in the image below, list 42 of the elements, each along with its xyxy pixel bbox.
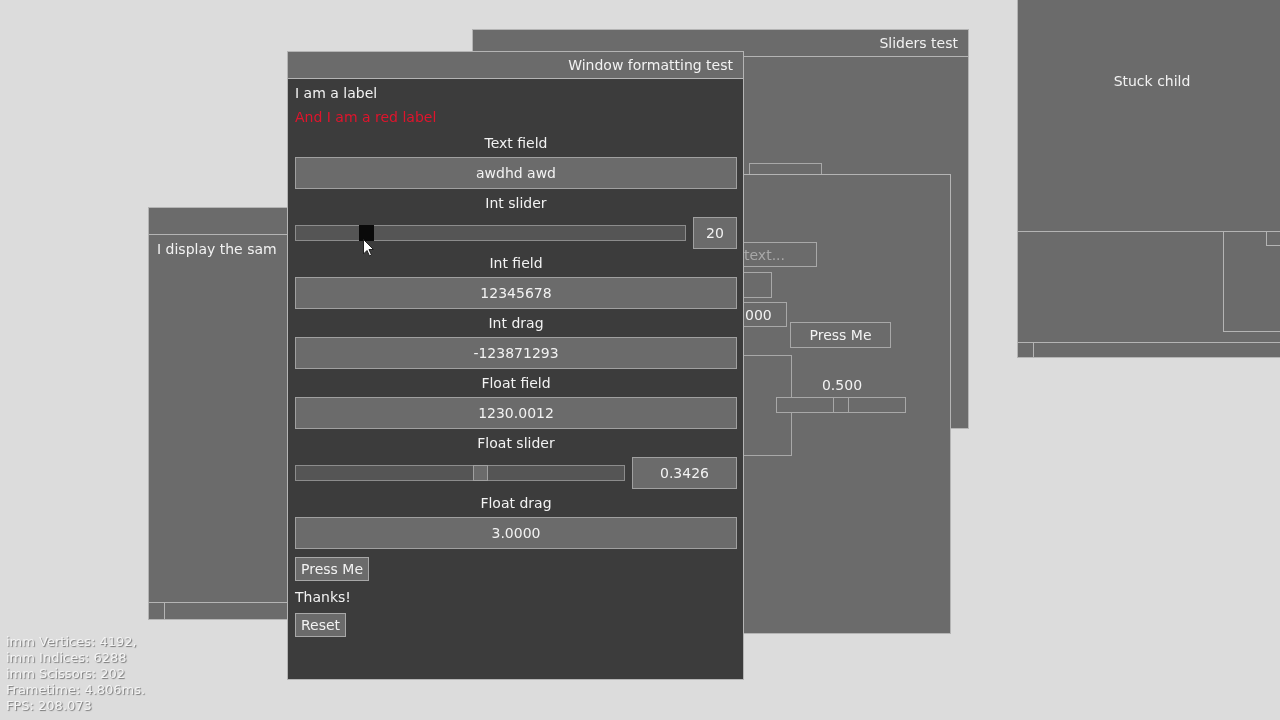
slider-value[interactable]: 20: [693, 217, 737, 249]
input-field[interactable]: 1230.0012: [295, 397, 737, 429]
debug-stat: imm Scissors: 202: [6, 666, 127, 682]
debug-stat: imm Vertices: 4192,: [6, 634, 138, 650]
slider-track[interactable]: [776, 397, 906, 413]
slider-thumb[interactable]: [472, 465, 488, 481]
field-label: Float field: [480, 374, 552, 393]
window-title: Sliders test: [879, 35, 958, 51]
slider-thumb[interactable]: [359, 225, 374, 241]
debug-stat: Frametime: 4.806ms.: [6, 682, 146, 698]
reset-button[interactable]: Reset: [295, 613, 347, 637]
text-label: And I am a red label: [295, 108, 438, 127]
resize-handle[interactable]: [1266, 232, 1280, 246]
mouse-pointer-icon: [363, 239, 374, 257]
number-field[interactable]: [749, 163, 822, 175]
press-me-button[interactable]: Press Me: [295, 557, 369, 581]
debug-stat: imm Indices: 6288: [6, 650, 128, 666]
debug-stat: FPS: 208.073: [6, 698, 93, 714]
window-text: I display the sam: [156, 240, 278, 259]
field-label: Text field: [483, 134, 549, 153]
press-me-button[interactable]: Press Me: [790, 322, 891, 348]
window-title-bar[interactable]: Window formatting test: [288, 52, 743, 79]
status-message: Thanks!: [295, 588, 352, 607]
input-field[interactable]: -123871293: [295, 337, 737, 369]
slider-value: 0.500: [820, 376, 864, 395]
field-label: Int drag: [487, 314, 545, 333]
field-label: Float slider: [476, 434, 556, 453]
input-field[interactable]: 3.0000: [295, 517, 737, 549]
number-field[interactable]: [743, 272, 772, 298]
slider-thumb[interactable]: [833, 397, 849, 413]
field-label: Int slider: [484, 194, 548, 213]
field-label: Int field: [488, 254, 544, 273]
slider-track[interactable]: [295, 225, 686, 241]
input-field[interactable]: awdhd awd: [295, 157, 737, 189]
panel-label: Stuck child: [1113, 72, 1191, 91]
input-field[interactable]: 12345678: [295, 277, 737, 309]
text-label: I am a label: [295, 84, 379, 103]
number-field[interactable]: 000: [743, 302, 787, 327]
window-title: Window formatting test: [568, 57, 733, 73]
field-label: Float drag: [479, 494, 553, 513]
slider-value[interactable]: 0.3426: [632, 457, 737, 489]
slider-track[interactable]: [295, 465, 625, 481]
